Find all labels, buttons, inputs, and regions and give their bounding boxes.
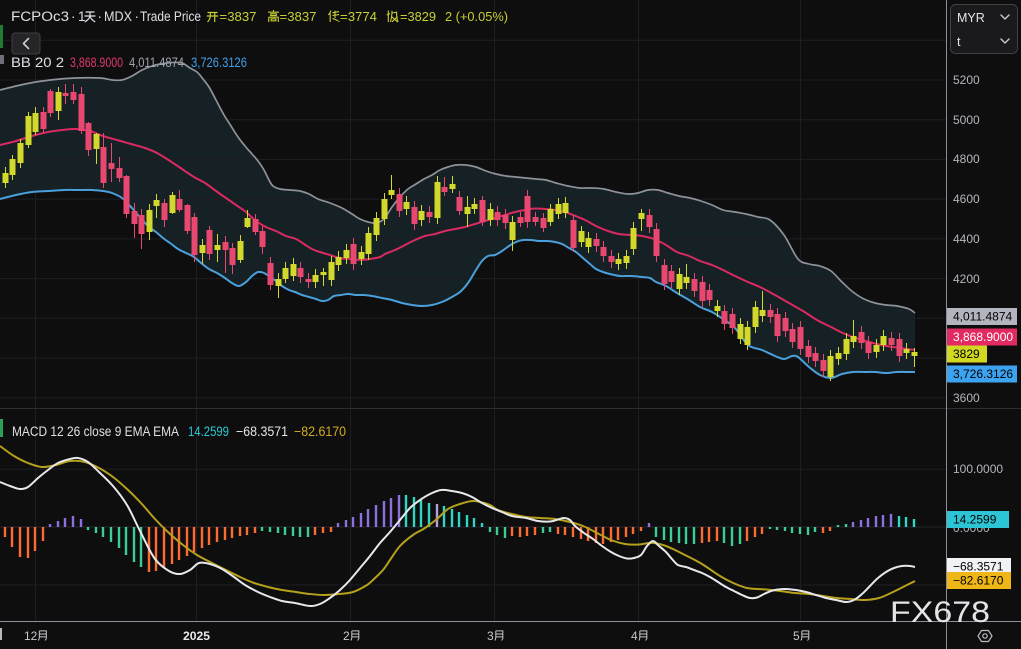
svg-text:FCPOc3: FCPOc3 bbox=[11, 9, 69, 24]
svg-text:MACD 12 26 close 9 EMA EMA: MACD 12 26 close 9 EMA EMA bbox=[12, 424, 179, 439]
svg-text:14.2599: 14.2599 bbox=[188, 424, 229, 439]
svg-text:5200: 5200 bbox=[953, 73, 980, 87]
svg-text:=3774: =3774 bbox=[340, 9, 377, 24]
svg-text:4800: 4800 bbox=[953, 152, 980, 166]
svg-text:=3829: =3829 bbox=[400, 9, 436, 24]
svg-text:=3837: =3837 bbox=[220, 9, 257, 24]
svg-text:=3837: =3837 bbox=[280, 9, 317, 24]
svg-text:·: · bbox=[71, 9, 76, 24]
svg-text:4600: 4600 bbox=[953, 192, 980, 206]
svg-text:−82.6170: −82.6170 bbox=[294, 424, 346, 439]
svg-text:MYR: MYR bbox=[957, 11, 985, 25]
svg-text:4200: 4200 bbox=[953, 272, 980, 286]
svg-text:t: t bbox=[957, 35, 961, 49]
svg-text:·: · bbox=[98, 9, 103, 24]
svg-text:2: 2 bbox=[343, 629, 350, 643]
svg-text:5000: 5000 bbox=[953, 113, 980, 127]
svg-text:4,011.4874: 4,011.4874 bbox=[953, 310, 1012, 324]
svg-text:−68.3571: −68.3571 bbox=[236, 424, 288, 439]
svg-text:4: 4 bbox=[631, 629, 638, 643]
svg-text:·: · bbox=[135, 9, 140, 24]
svg-text:BB 20 2: BB 20 2 bbox=[11, 55, 64, 70]
svg-text:Trade Price: Trade Price bbox=[140, 9, 201, 24]
svg-text:3600: 3600 bbox=[953, 391, 980, 405]
svg-text:3,726.3126: 3,726.3126 bbox=[953, 367, 1013, 381]
svg-text:1: 1 bbox=[78, 9, 86, 24]
svg-text:14.2599: 14.2599 bbox=[953, 513, 997, 527]
svg-text:100.0000: 100.0000 bbox=[953, 462, 1003, 476]
svg-text:3,726.3126: 3,726.3126 bbox=[191, 55, 247, 70]
svg-text:3: 3 bbox=[487, 629, 494, 643]
svg-text:3,868.9000: 3,868.9000 bbox=[70, 55, 123, 70]
svg-text:5: 5 bbox=[793, 629, 800, 643]
svg-text:−82.6170: −82.6170 bbox=[953, 574, 1004, 588]
svg-text:−68.3571: −68.3571 bbox=[953, 560, 1004, 574]
svg-text:2 (+0.05%): 2 (+0.05%) bbox=[445, 9, 508, 24]
svg-text:12: 12 bbox=[24, 629, 38, 643]
svg-text:MDX: MDX bbox=[104, 9, 132, 24]
svg-text:4400: 4400 bbox=[953, 232, 980, 246]
svg-text:3,868.9000: 3,868.9000 bbox=[953, 330, 1013, 344]
svg-text:FX678: FX678 bbox=[890, 596, 990, 629]
svg-text:3829: 3829 bbox=[953, 347, 980, 361]
svg-text:2025: 2025 bbox=[183, 629, 210, 643]
svg-text:4,011.4874: 4,011.4874 bbox=[129, 55, 184, 70]
